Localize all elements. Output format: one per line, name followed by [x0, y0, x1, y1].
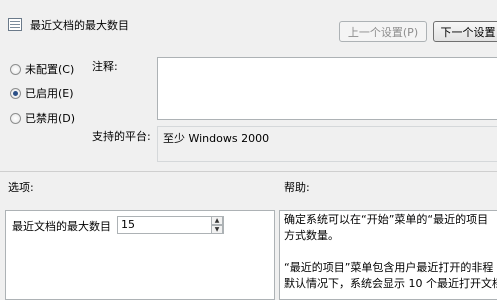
spin-down-button[interactable]: ▼: [211, 225, 223, 234]
max-recent-docs-spinner[interactable]: 15 ▲ ▼: [117, 216, 224, 234]
help-line: 默认情况下，系统会显示 10 个最近打开文档: [284, 277, 497, 290]
help-label: 帮助:: [284, 181, 310, 194]
help-line: 确定系统可以在“开始”菜单的“最近的项目: [284, 213, 489, 226]
supported-on-box: 至少 Windows 2000: [157, 126, 497, 162]
spin-up-button[interactable]: ▲: [211, 216, 223, 225]
radio-disabled-label: 已禁用(D): [25, 112, 76, 125]
comment-textarea[interactable]: [157, 57, 497, 120]
window-title: 最近文档的最大数目: [30, 19, 129, 32]
supported-on-value: 至少 Windows 2000: [163, 132, 270, 145]
next-setting-button[interactable]: 下一个设置: [433, 21, 497, 42]
radio-disabled[interactable]: 已禁用(D): [10, 110, 75, 126]
help-panel: 确定系统可以在“开始”菜单的“最近的项目 方式数量。 “最近的项目”菜单包含用户…: [279, 210, 497, 300]
supported-on-label: 支持的平台:: [92, 130, 151, 143]
radio-enabled-label: 已启用(E): [25, 87, 74, 100]
section-divider: [0, 171, 497, 172]
options-label: 选项:: [8, 181, 34, 194]
max-recent-docs-value[interactable]: 15: [121, 218, 135, 231]
radio-not-configured-circle[interactable]: [10, 63, 21, 75]
comment-label: 注释:: [92, 60, 118, 73]
policy-icon: [8, 18, 22, 31]
radio-not-configured-label: 未配置(C): [25, 63, 75, 76]
radio-enabled-circle[interactable]: [10, 87, 21, 99]
radio-disabled-circle[interactable]: [10, 112, 21, 124]
help-line: [284, 244, 497, 260]
help-line: “最近的项目”菜单包含用户最近打开的非程: [284, 261, 494, 274]
previous-setting-button[interactable]: 上一个设置(P): [339, 21, 427, 42]
radio-enabled[interactable]: 已启用(E): [10, 85, 74, 101]
radio-not-configured[interactable]: 未配置(C): [10, 61, 74, 77]
help-line: 方式数量。: [284, 229, 339, 242]
options-panel: 最近文档的最大数目 15 ▲ ▼: [5, 210, 275, 300]
max-recent-docs-label: 最近文档的最大数目: [12, 220, 111, 233]
